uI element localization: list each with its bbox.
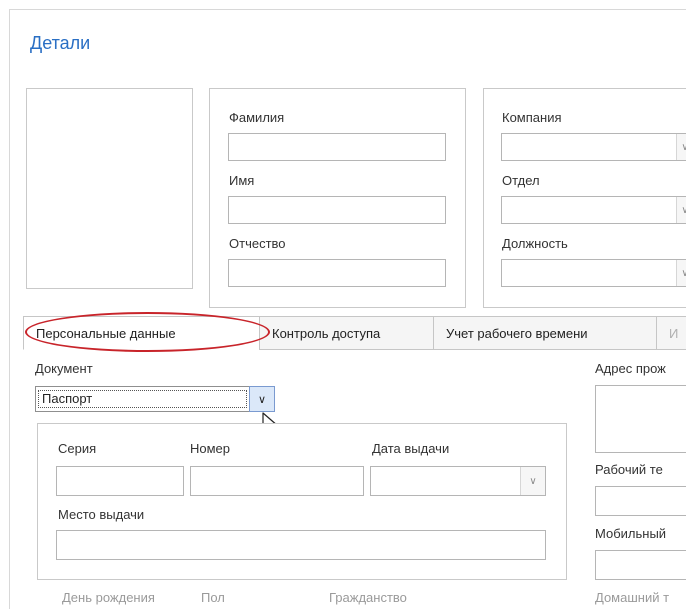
number-field[interactable] bbox=[190, 466, 364, 496]
photo-placeholder[interactable] bbox=[26, 88, 193, 289]
middle-name-field[interactable] bbox=[228, 259, 446, 287]
tab-label: Учет рабочего времени bbox=[446, 325, 588, 341]
address-label: Адрес прож bbox=[595, 361, 666, 376]
first-name-field[interactable] bbox=[228, 196, 446, 224]
issue-date-picker[interactable]: ∨ bbox=[370, 466, 546, 496]
work-phone-label: Рабочий те bbox=[595, 462, 663, 477]
series-field[interactable] bbox=[56, 466, 184, 496]
chevron-down-icon[interactable]: ∨ bbox=[520, 467, 545, 495]
last-name-label: Фамилия bbox=[229, 110, 285, 125]
citizenship-label: Гражданство bbox=[329, 590, 407, 605]
gender-label: Пол bbox=[201, 590, 225, 605]
document-label: Документ bbox=[35, 361, 93, 376]
home-phone-label: Домашний т bbox=[595, 590, 670, 605]
mobile-phone-field[interactable] bbox=[595, 550, 686, 580]
issue-date-label: Дата выдачи bbox=[372, 441, 450, 456]
position-select[interactable]: ∨ bbox=[501, 259, 686, 287]
document-select-value: Паспорт bbox=[38, 390, 247, 408]
last-name-field[interactable] bbox=[228, 133, 446, 161]
work-phone-field[interactable] bbox=[595, 486, 686, 516]
tab-label: И bbox=[669, 325, 679, 341]
tab-personal-data[interactable]: Персональные данные bbox=[23, 316, 260, 350]
page-title: Детали bbox=[30, 33, 91, 53]
mobile-phone-label: Мобильный bbox=[595, 526, 667, 541]
document-select[interactable]: Паспорт ∨ bbox=[35, 386, 275, 412]
tab-label: Контроль доступа bbox=[272, 325, 381, 341]
company-select[interactable]: ∨ bbox=[501, 133, 686, 161]
department-label: Отдел bbox=[502, 173, 540, 188]
tab-more[interactable]: И bbox=[656, 316, 686, 350]
tab-access-control[interactable]: Контроль доступа bbox=[259, 316, 453, 350]
tab-time-tracking[interactable]: Учет рабочего времени bbox=[433, 316, 657, 350]
birthday-label: День рождения bbox=[62, 590, 155, 605]
company-label: Компания bbox=[502, 110, 562, 125]
chevron-down-icon[interactable]: ∨ bbox=[676, 197, 686, 223]
first-name-label: Имя bbox=[229, 173, 255, 188]
series-label: Серия bbox=[58, 441, 97, 456]
chevron-down-icon[interactable]: ∨ bbox=[249, 386, 275, 412]
department-select[interactable]: ∨ bbox=[501, 196, 686, 224]
address-field[interactable] bbox=[595, 385, 686, 453]
chevron-down-icon[interactable]: ∨ bbox=[676, 134, 686, 160]
issue-place-label: Место выдачи bbox=[58, 507, 145, 522]
middle-name-label: Отчество bbox=[229, 236, 286, 251]
tab-label: Персональные данные bbox=[36, 325, 176, 341]
panel-left-border bbox=[9, 9, 10, 609]
number-label: Номер bbox=[190, 441, 231, 456]
chevron-down-icon[interactable]: ∨ bbox=[676, 260, 686, 286]
position-label: Должность bbox=[502, 236, 568, 251]
issue-place-field[interactable] bbox=[56, 530, 546, 560]
panel-top-border bbox=[9, 9, 686, 10]
